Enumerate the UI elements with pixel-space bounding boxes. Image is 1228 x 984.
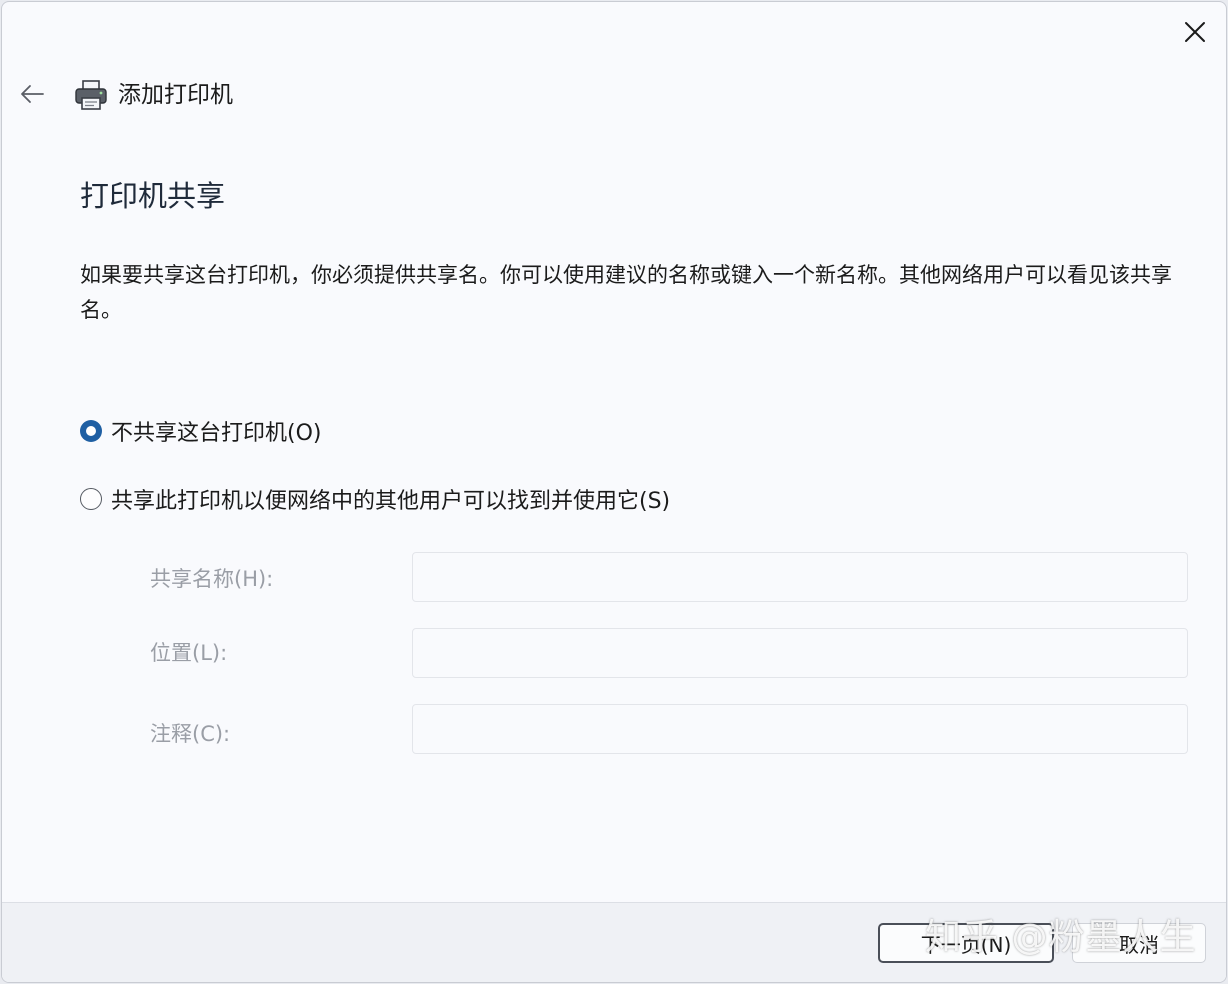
radio-label-do-not-share: 不共享这台打印机(O)	[111, 421, 322, 446]
close-button[interactable]	[1168, 10, 1222, 54]
radio-share-printer[interactable]: 共享此打印机以便网络中的其他用户可以找到并使用它(S)	[80, 483, 670, 515]
page-heading: 打印机共享	[80, 179, 226, 213]
add-printer-dialog: 添加打印机 打印机共享 如果要共享这台打印机，你必须提供共享名。你可以使用建议的…	[1, 1, 1227, 983]
dialog-title: 添加打印机	[118, 82, 233, 108]
printer-icon	[75, 80, 107, 110]
comment-label: 注释(C):	[150, 722, 231, 746]
radio-label-share-printer: 共享此打印机以便网络中的其他用户可以找到并使用它(S)	[111, 489, 671, 514]
watermark: 知乎 @粉墨人生	[925, 917, 1197, 958]
radio-do-not-share[interactable]: 不共享这台打印机(O)	[80, 415, 321, 447]
location-label: 位置(L):	[150, 641, 228, 665]
sharing-description: 如果要共享这台打印机，你必须提供共享名。你可以使用建议的名称或键入一个新名称。其…	[80, 263, 1172, 322]
radio-selected-icon[interactable]	[80, 420, 102, 442]
share-name-input[interactable]	[412, 552, 1188, 602]
back-button[interactable]	[12, 74, 52, 114]
comment-input[interactable]	[412, 704, 1188, 754]
back-arrow-icon	[21, 85, 44, 103]
radio-unselected-icon[interactable]	[80, 488, 102, 510]
location-input[interactable]	[412, 628, 1188, 678]
close-icon	[1185, 22, 1205, 42]
share-name-label: 共享名称(H):	[150, 567, 274, 591]
